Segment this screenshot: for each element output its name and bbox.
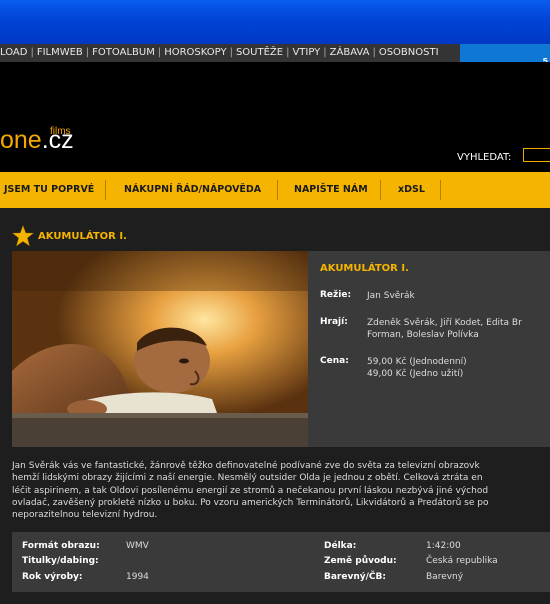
movie-details-box: Formát obrazu: WMV Titulky/dabing: Rok v… [12,532,550,592]
format-label: Formát obrazu: [22,541,100,551]
logo-films-text: films [50,126,71,137]
description-line: léčit aspirinem, a tak Oldovi posílenému… [12,485,489,496]
page-title: AKUMULÁTOR I. [38,231,127,242]
menu-item-nakupni-rad[interactable]: NÁKUPNÍ ŘÁD/NÁPOVĚDA [124,172,261,208]
length-value: 1:42:00 [426,541,461,551]
director-value: Jan Svěrák [367,291,415,301]
search-label: VYHLEDAT: [457,152,512,163]
menu-divider [277,180,278,200]
main-menu: JSEM TU POPRVÉ NÁKUPNÍ ŘÁD/NÁPOVĚDA NAPI… [0,172,550,208]
top-nav-link-zabava[interactable]: ZÁBAVA [330,47,370,58]
director-label: Režie: [320,290,352,300]
country-label: Země původu: [324,556,397,566]
top-nav-link-osobnosti[interactable]: OSOBNOSTI [379,47,439,58]
color-value: Barevný [426,572,464,582]
year-value: 1994 [126,572,149,582]
price-label: Cena: [320,356,349,366]
search-input[interactable] [523,148,550,162]
color-label: Barevný/ČB: [324,572,386,582]
description-line: Jan Svěrák vás ve fantastické, žánrově t… [12,461,480,471]
top-nav-link-vtipy[interactable]: VTIPY [292,47,320,58]
top-nav-link-horoskopy[interactable]: HOROSKOPY [164,47,226,58]
top-nav-link-souteze[interactable]: SOUTĚŽE [236,47,283,58]
cast-label: Hrají: [320,317,348,327]
year-label: Rok výroby: [22,572,83,582]
top-nav-links: LOAD | FILMWEB | FOTOALBUM | HOROSKOPY | SOUTĚŽE… [0,47,439,58]
movie-still-illustration [12,251,308,447]
top-nav-link-fotoalbum[interactable]: FOTOALBUM [92,47,155,58]
top-nav-link-filmweb[interactable]: FILMWEB [37,47,83,58]
top-nav-link-load[interactable]: LOAD [0,47,27,58]
menu-item-jsem-tu-poprve[interactable]: JSEM TU POPRVÉ [4,172,94,208]
description-line: ovladač, zavěšený prokleté nízko u boku.… [12,497,489,508]
cast-value-line1: Zdeněk Svěrák, Jiří Kodet, Edita Br [367,318,522,328]
movie-description: Jan Svěrák vás ve fantastické, žánrově t… [12,460,550,521]
menu-divider [105,180,106,200]
logo-one-text: one [0,126,42,154]
menu-divider [380,180,381,200]
description-line: hemží lidskými obrazy žijícími z naší en… [12,473,483,484]
cast-value-line2: Forman, Boleslav Polívka [367,330,479,340]
menu-item-napiste-nam[interactable]: NAPIŠTE NÁM [294,172,368,208]
format-value: WMV [126,541,149,551]
menu-divider [440,180,441,200]
star-icon [12,225,34,247]
price-value-single[interactable]: 49,00 Kč (Jedno užití) [367,368,463,380]
subtitles-label: Titulky/dabing: [22,556,99,566]
country-value: Česká republika [426,556,498,566]
length-label: Délka: [324,541,357,551]
movie-info-panel [308,251,550,447]
movie-info-title: AKUMULÁTOR I. [320,263,409,274]
window-titlebar [0,0,550,45]
description-line: neporazitelnou televizní hydrou. [12,510,158,521]
movie-poster-image [12,251,308,447]
price-value-daily[interactable]: 59,00 Kč (Jednodenní) [367,356,467,368]
menu-item-xdsl[interactable]: xDSL [398,172,425,208]
